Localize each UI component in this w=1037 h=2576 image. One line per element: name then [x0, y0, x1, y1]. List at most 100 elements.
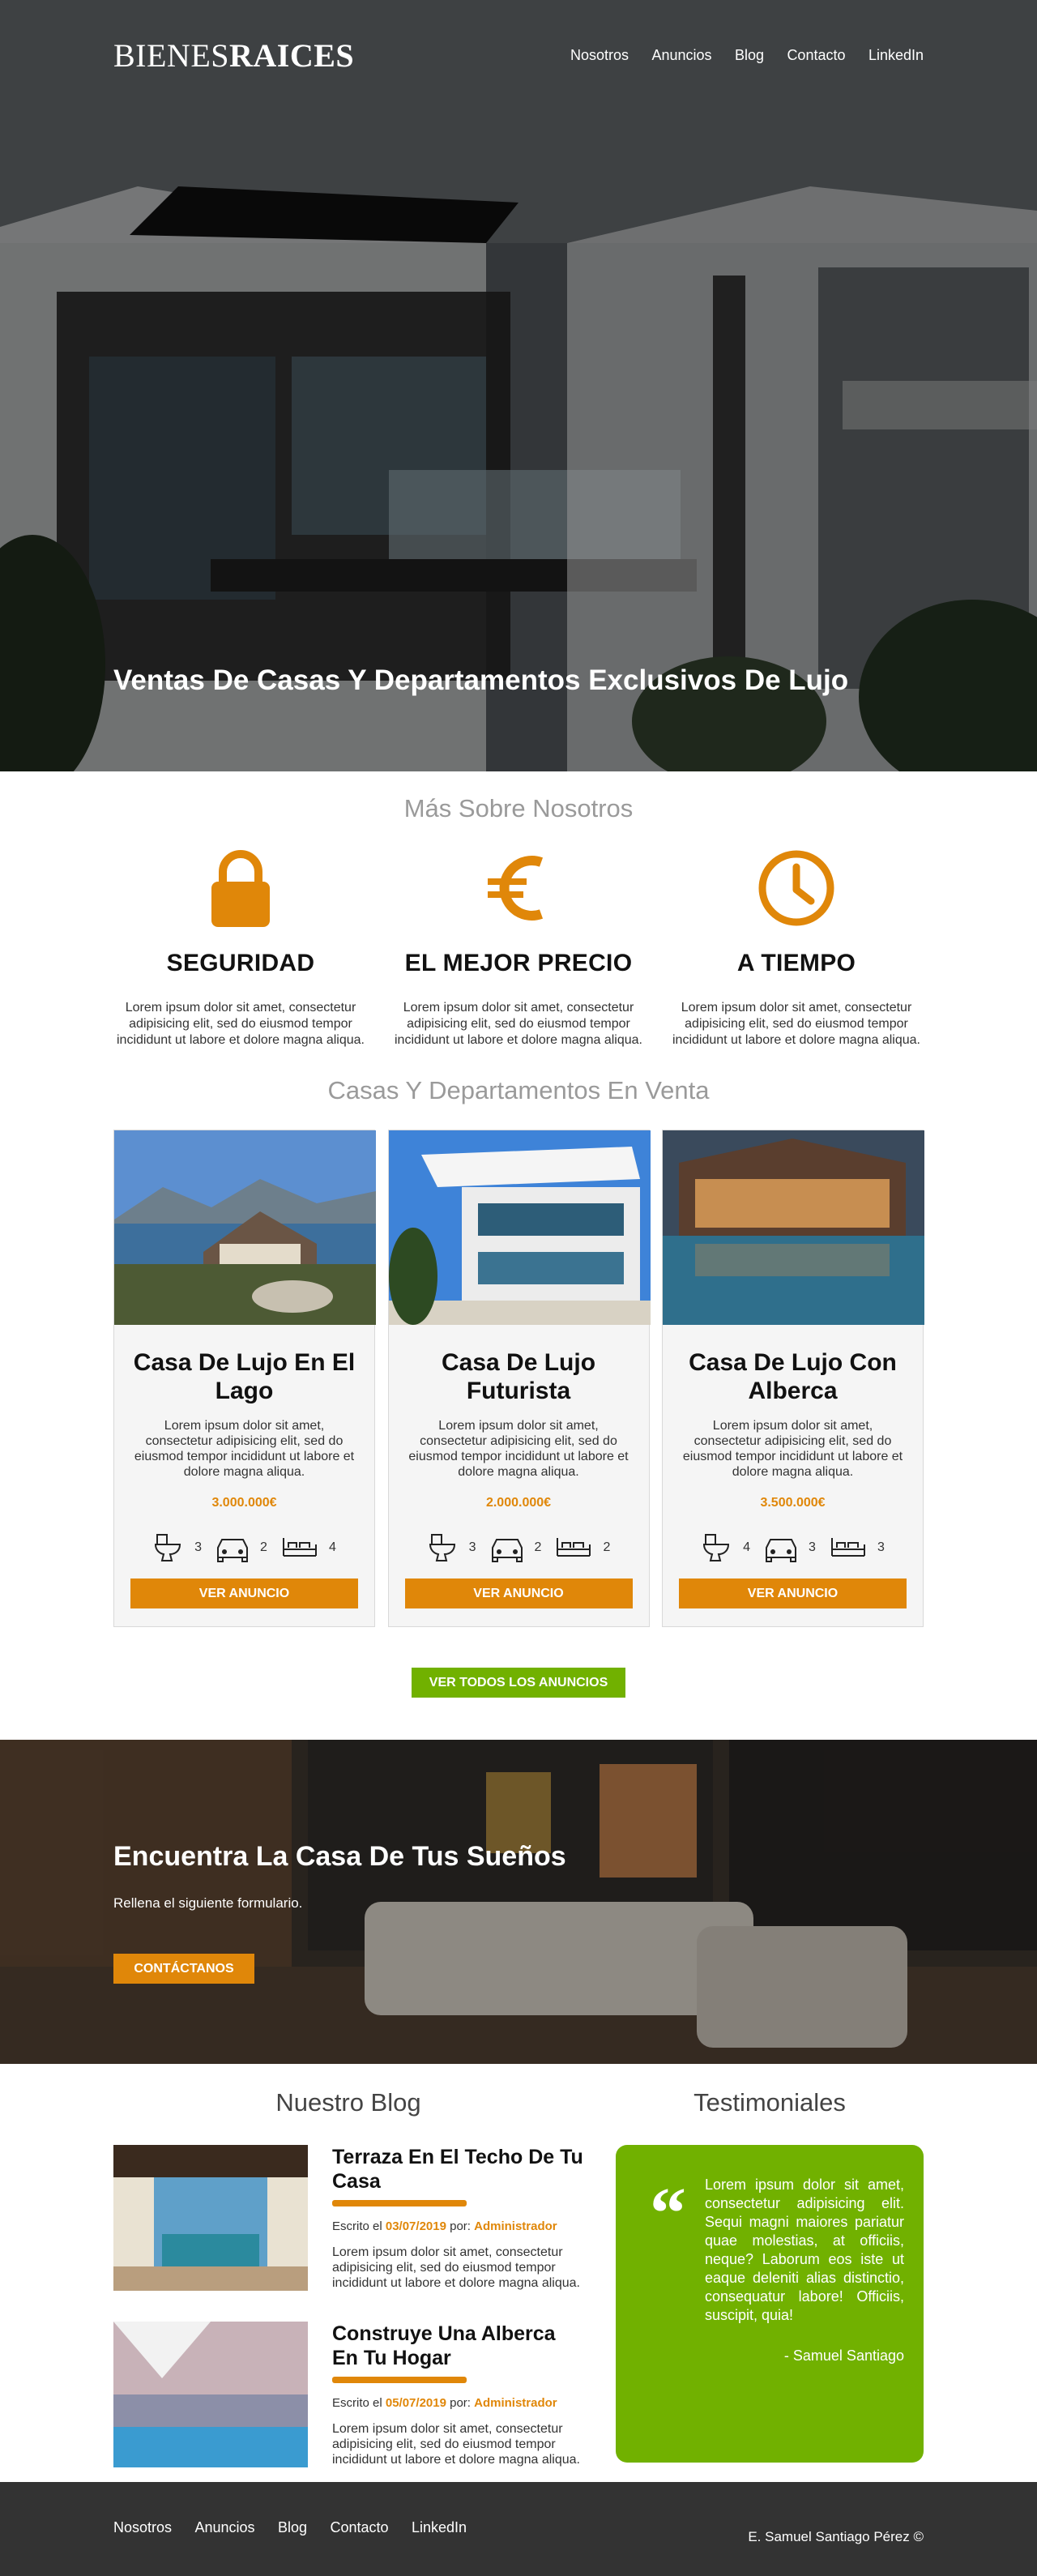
toilet-icon [155, 1534, 181, 1561]
nav-link-blog[interactable]: Blog [735, 47, 764, 63]
listing-description: Lorem ipsum dolor sit amet, consectetur … [682, 1419, 903, 1479]
blog-post-excerpt: Lorem ipsum dolor sit amet, consectetur … [332, 2245, 580, 2290]
bedrooms-count: 4 [328, 1540, 336, 1554]
listings-section: Casas Y Departamentos En Venta Casa De L… [113, 1049, 924, 1698]
bed-icon [830, 1538, 865, 1557]
feature-bedrooms: 2 [554, 1532, 610, 1564]
parking-count: 2 [534, 1540, 542, 1554]
toilet-icon [429, 1534, 455, 1561]
nav-link-linkedin[interactable]: LinkedIn [868, 47, 924, 63]
feature-bedrooms: 3 [829, 1532, 885, 1564]
footer-nav: Nosotros Anuncios Blog Contacto LinkedIn [113, 2519, 486, 2576]
bed-icon [282, 1538, 317, 1557]
footer-link-contacto[interactable]: Contacto [330, 2519, 388, 2535]
blog-thumb-pool [113, 2322, 308, 2467]
view-listing-button[interactable]: VER ANUNCIO [679, 1578, 907, 1608]
lock-icon [211, 850, 270, 927]
blog-post-date: 03/07/2019 [385, 2219, 446, 2233]
about-title: Más Sobre Nosotros [403, 794, 634, 822]
listing-price: 3.000.000€ [211, 1496, 277, 1510]
footer-link-linkedin[interactable]: LinkedIn [412, 2519, 467, 2535]
meta-by-label: por: [446, 2219, 475, 2233]
cta-content: Encuentra La Casa De Tus Sueños Rellena … [113, 1841, 566, 1984]
logo-bold-text: RAICES [229, 36, 355, 74]
nav-link-anuncios[interactable]: Anuncios [651, 47, 711, 63]
copyright: E. Samuel Santiago Pérez © [748, 2529, 924, 2544]
blog-post-author: Administrador [474, 2219, 557, 2233]
view-listing-button[interactable]: VER ANUNCIO [130, 1578, 358, 1608]
site-header: BIENESRAICES Nosotros Anuncios Blog Cont… [0, 0, 1037, 110]
site-footer: Nosotros Anuncios Blog Contacto LinkedIn… [0, 2482, 1037, 2576]
footer-link-nosotros[interactable]: Nosotros [113, 2519, 172, 2535]
wc-count: 3 [468, 1540, 476, 1554]
listing-title: Casa De Lujo Futurista [441, 1349, 596, 1404]
contact-us-button[interactable]: CONTÁCTANOS [113, 1954, 254, 1984]
blog-post-title[interactable]: Terraza En El Techo De Tu Casa [332, 2145, 583, 2194]
wc-count: 3 [194, 1540, 203, 1554]
listing-description: Lorem ipsum dolor sit amet, consectetur … [134, 1419, 355, 1479]
listing-title: Casa De Lujo En El Lago [133, 1349, 356, 1404]
listing-cards: Casa De Lujo En El Lago Lorem ipsum dolo… [113, 1130, 924, 1627]
feature-text: Lorem ipsum dolor sit amet, consectetur … [672, 1001, 920, 1047]
about-section: Más Sobre Nosotros SEGURIDAD Lorem ipsum… [113, 771, 924, 1049]
footer-link-anuncios[interactable]: Anuncios [194, 2519, 254, 2535]
euro-icon [488, 856, 544, 921]
listing-price: 2.000.000€ [485, 1496, 552, 1510]
listing-card: Casa De Lujo Con Alberca Lorem ipsum dol… [662, 1130, 924, 1627]
blog-post-author: Administrador [474, 2396, 557, 2410]
nav-link-contacto[interactable]: Contacto [787, 47, 845, 63]
listing-features: 3 2 2 [389, 1532, 649, 1564]
testimonial-quote: Lorem ipsum dolor sit amet, consectetur … [705, 2177, 904, 2323]
listing-photo-futuristic-house [388, 1130, 651, 1325]
feature-on-time: A TIEMPO Lorem ipsum dolor sit amet, con… [669, 848, 924, 1049]
logo-light-text: BIENES [113, 36, 229, 74]
feature-wc: 3 [427, 1532, 476, 1564]
blog-post: Construye Una Alberca En Tu Hogar Escrit… [113, 2322, 583, 2467]
site-logo[interactable]: BIENESRAICES [113, 36, 354, 75]
feature-parking: 3 [763, 1532, 816, 1564]
footer-link-blog[interactable]: Blog [278, 2519, 307, 2535]
parking-count: 3 [809, 1540, 816, 1554]
main-nav: Nosotros Anuncios Blog Contacto LinkedIn [551, 47, 924, 64]
listing-card: Casa De Lujo Futurista Lorem ipsum dolor… [387, 1130, 651, 1627]
listing-title: Casa De Lujo Con Alberca [689, 1349, 897, 1404]
feature-parking: 2 [489, 1532, 542, 1564]
listing-photo-pool-house [663, 1130, 924, 1325]
bed-icon [557, 1538, 591, 1557]
feature-parking: 2 [215, 1532, 267, 1564]
cta-title: Encuentra La Casa De Tus Sueños [113, 1841, 566, 1872]
meta-by-label: por: [446, 2396, 475, 2410]
see-all-listings-button[interactable]: VER TODOS LOS ANUNCIOS [412, 1668, 625, 1698]
meta-written-label: Escrito el [332, 2396, 386, 2410]
nav-link-nosotros[interactable]: Nosotros [570, 47, 629, 63]
see-all-wrapper: VER TODOS LOS ANUNCIOS [113, 1668, 924, 1698]
feature-security: SEGURIDAD Lorem ipsum dolor sit amet, co… [113, 848, 368, 1049]
blog-thumb-rooftop-terrace [113, 2145, 308, 2291]
blog-post-title[interactable]: Construye Una Alberca En Tu Hogar [332, 2322, 583, 2370]
testimonial-author: - Samuel Santiago [783, 2347, 904, 2364]
listing-card: Casa De Lujo En El Lago Lorem ipsum dolo… [113, 1130, 376, 1627]
blog-testimonials-section: Nuestro Blog Terraza En El Techo De Tu C… [113, 2064, 924, 2467]
car-icon [766, 1539, 797, 1562]
feature-wc: 3 [152, 1532, 202, 1564]
car-icon [491, 1539, 523, 1562]
blog-post-text: Construye Una Alberca En Tu Hogar Escrit… [332, 2322, 583, 2467]
blog-post-date: 05/07/2019 [385, 2396, 446, 2410]
feature-title: SEGURIDAD [166, 950, 315, 976]
listings-title: Casas Y Departamentos En Venta [327, 1076, 710, 1104]
testimonials-column: Testimoniales “ Lorem ipsum dolor sit am… [616, 2088, 924, 2467]
blog-column: Nuestro Blog Terraza En El Techo De Tu C… [113, 2088, 583, 2467]
feature-bedrooms: 4 [280, 1532, 336, 1564]
quote-mark-icon: “ [650, 2173, 686, 2253]
listing-features: 4 3 3 [663, 1532, 923, 1564]
blog-post-text: Terraza En El Techo De Tu Casa Escrito e… [332, 2145, 583, 2291]
listing-description: Lorem ipsum dolor sit amet, consectetur … [408, 1419, 629, 1479]
testimonials-title: Testimoniales [693, 2088, 846, 2117]
view-listing-button[interactable]: VER ANUNCIO [404, 1578, 633, 1608]
bedrooms-count: 2 [603, 1540, 611, 1554]
testimonial-card: “ Lorem ipsum dolor sit amet, consectetu… [616, 2145, 924, 2463]
clock-icon [758, 850, 834, 926]
feature-text: Lorem ipsum dolor sit amet, consectetur … [117, 1001, 365, 1047]
listing-price: 3.500.000€ [760, 1496, 826, 1510]
feature-wc: 4 [701, 1532, 750, 1564]
